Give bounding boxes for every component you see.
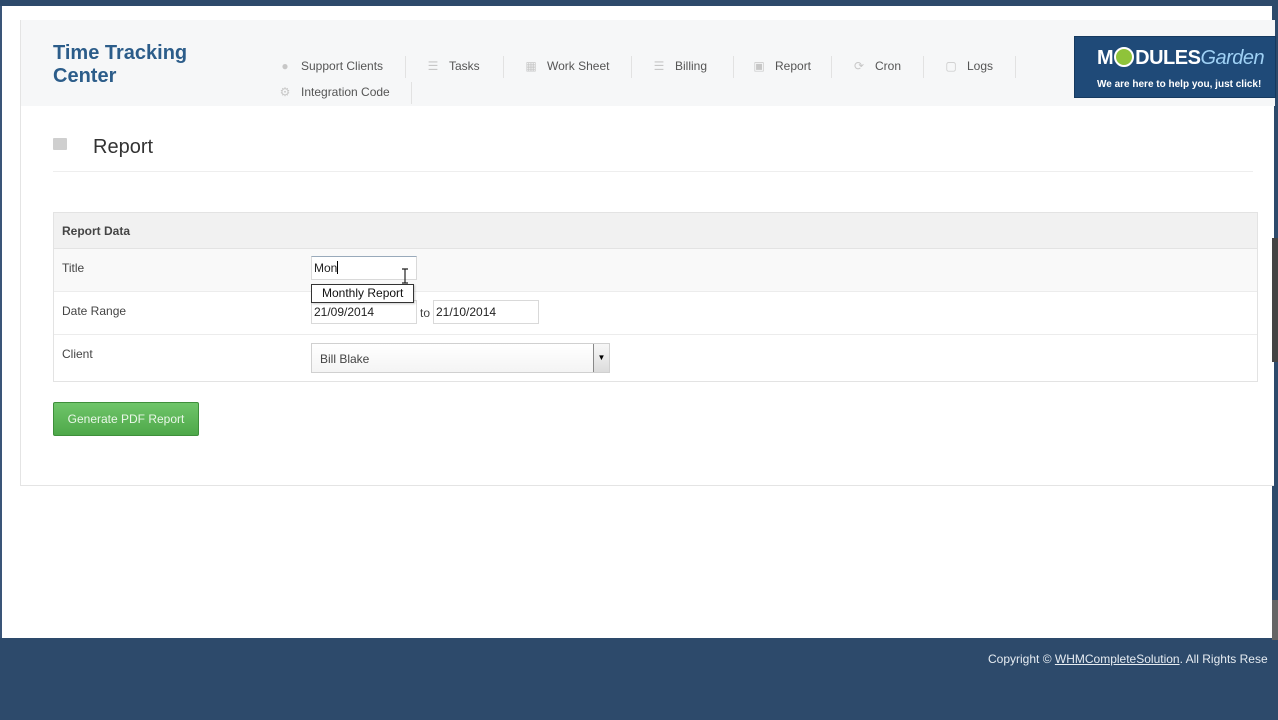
- nav-report[interactable]: ▣ Report: [751, 56, 811, 76]
- nav-billing[interactable]: ☰ Billing: [651, 56, 707, 76]
- nav-label: Tasks: [449, 59, 480, 73]
- calendar-icon: ▦: [525, 59, 537, 73]
- nav-divider: [923, 56, 924, 78]
- section-title: Report Data: [62, 224, 131, 238]
- title-label: Title: [62, 261, 85, 275]
- date-range-label: Date Range: [62, 304, 127, 318]
- client-row: Client: [54, 335, 1257, 381]
- list-icon: ☰: [427, 59, 439, 73]
- footer-link[interactable]: WHMCompleteSolution: [1055, 652, 1180, 666]
- generate-pdf-report-button[interactable]: Generate PDF Report: [53, 402, 199, 436]
- nav-label: Cron: [875, 59, 902, 73]
- book-icon: ▣: [753, 59, 765, 73]
- footer-copyright: Copyright © WHMCompleteSolution. All Rig…: [988, 652, 1268, 666]
- report-data-box: Report Data Title Date Range Client: [53, 212, 1258, 382]
- log-window-icon: ▢: [945, 59, 957, 73]
- app-title: Time Tracking Center: [53, 42, 188, 87]
- client-label: Client: [62, 347, 93, 361]
- logo-globe-icon: [1114, 47, 1135, 67]
- gears-icon: ⚙: [279, 85, 291, 99]
- nav-divider: [631, 56, 632, 78]
- nav-divider: [1015, 56, 1016, 78]
- client-select-value: Bill Blake: [320, 352, 370, 366]
- date-to-label: to: [420, 306, 431, 320]
- billing-list-icon: ☰: [653, 59, 665, 73]
- nav-divider: [831, 56, 832, 78]
- refresh-icon: ⟳: [853, 59, 865, 73]
- client-select[interactable]: Bill Blake ▼: [311, 343, 610, 373]
- page-canvas: Time Tracking Center ● Support Clients ☰…: [0, 6, 1276, 638]
- page-title: Report: [93, 136, 154, 158]
- module-header: Time Tracking Center ● Support Clients ☰…: [21, 20, 1276, 106]
- date-to-input[interactable]: 21/10/2014: [433, 300, 539, 324]
- nav-label: Report: [775, 59, 812, 73]
- text-caret: [337, 261, 339, 274]
- title-row: Title: [54, 249, 1257, 292]
- nav-divider: [405, 56, 406, 78]
- nav-label: Billing: [675, 59, 708, 73]
- nav-divider: [503, 56, 504, 78]
- nav-label: Logs: [967, 59, 994, 73]
- date-range-row: Date Range: [54, 292, 1257, 335]
- nav-cron[interactable]: ⟳ Cron: [851, 56, 901, 76]
- book-icon: [53, 138, 67, 150]
- nav-work-sheet[interactable]: ▦ Work Sheet: [523, 56, 609, 76]
- page-header: Report: [53, 132, 1253, 172]
- date-from-input[interactable]: 21/09/2014: [311, 300, 417, 324]
- logo-tagline: We are here to help you, just click!: [1097, 79, 1262, 90]
- scrollbar-track-end[interactable]: [1272, 600, 1278, 640]
- nav-divider: [733, 56, 734, 78]
- nav-support-clients[interactable]: ● Support Clients: [277, 56, 383, 76]
- nav-label: Integration Code: [301, 85, 390, 99]
- nav-tasks[interactable]: ☰ Tasks: [425, 56, 480, 76]
- nav-logs[interactable]: ▢ Logs: [943, 56, 993, 76]
- report-data-header: Report Data: [54, 213, 1257, 249]
- logo-wordmark: M DULESGarden: [1097, 47, 1265, 69]
- autocomplete-suggestion[interactable]: Monthly Report: [311, 284, 415, 303]
- modules-garden-logo[interactable]: M DULESGarden We are here to help you, ju…: [1074, 36, 1276, 98]
- nav-label: Work Sheet: [547, 59, 610, 73]
- user-icon: ●: [281, 59, 289, 73]
- main-panel: Time Tracking Center ● Support Clients ☰…: [20, 20, 1276, 486]
- nav-integration-code[interactable]: ⚙ Integration Code: [277, 82, 390, 102]
- nav-label: Support Clients: [301, 59, 384, 73]
- chevron-down-icon[interactable]: ▼: [593, 344, 609, 372]
- text-cursor-icon: [402, 268, 408, 284]
- nav-divider: [411, 82, 412, 104]
- title-input-value: Mon: [314, 261, 338, 275]
- scrollbar-thumb[interactable]: [1272, 238, 1278, 362]
